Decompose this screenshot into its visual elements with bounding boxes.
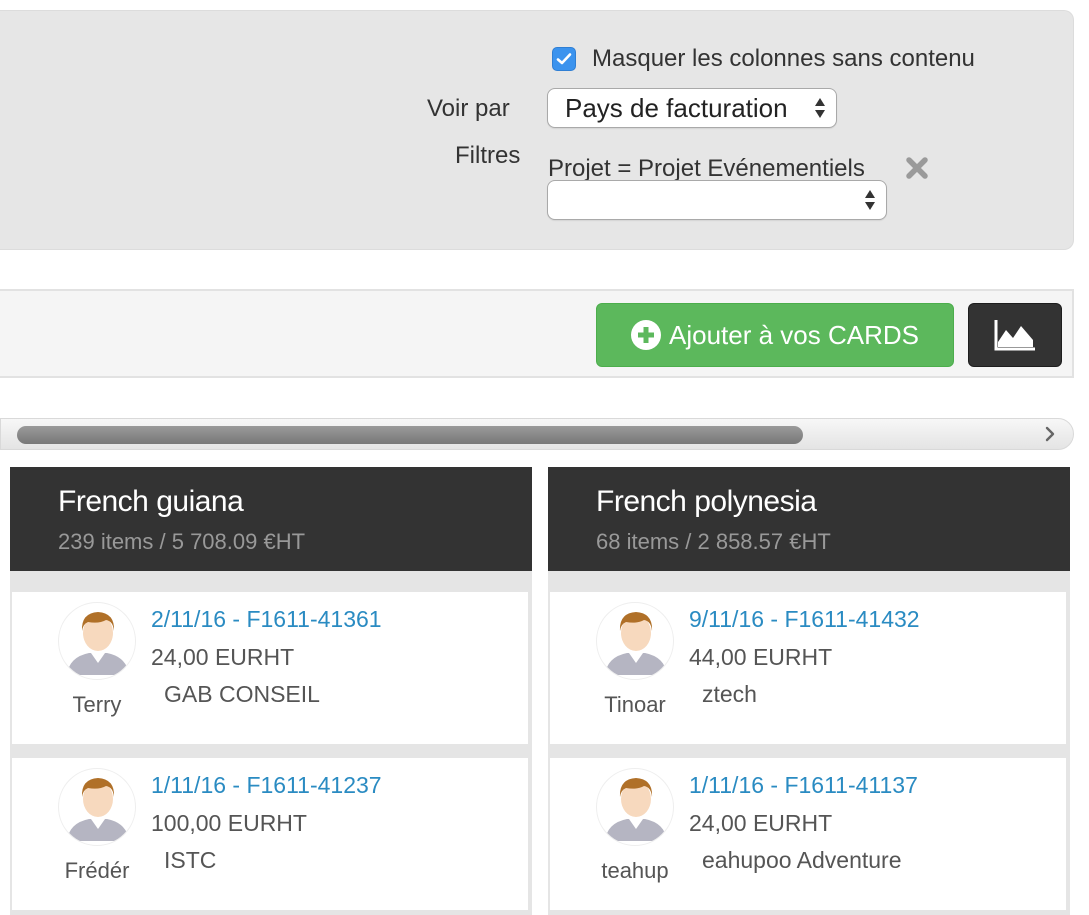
column-summary: 68 items / 2 858.57 €HT <box>596 529 831 554</box>
view-by-value: Pays de facturation <box>565 92 788 123</box>
card-user: Tinoar <box>604 692 666 717</box>
invoice-link[interactable]: 9/11/16 - F1611-41432 <box>689 606 920 633</box>
invoice-client: ztech <box>702 681 757 707</box>
column-header: French guiana 239 items / 5 708.09 €HT <box>10 467 532 571</box>
invoice-link[interactable]: 1/11/16 - F1611-41137 <box>689 772 918 799</box>
view-by-label: Voir par <box>427 95 510 122</box>
chart-view-button[interactable] <box>968 303 1062 367</box>
card-user: Frédér <box>64 858 130 883</box>
invoice-client: GAB CONSEIL <box>164 681 320 707</box>
invoice-card[interactable]: teahup 1/11/16 - F1611-41137 24,00 EURHT… <box>550 758 1066 910</box>
select-arrows-icon <box>814 95 826 121</box>
column-title: French polynesia <box>596 485 817 518</box>
invoice-link[interactable]: 1/11/16 - F1611-41237 <box>151 772 382 799</box>
invoice-card[interactable]: Tinoar 9/11/16 - F1611-41432 44,00 EURHT… <box>550 592 1066 744</box>
invoice-amount: 24,00 EURHT <box>689 810 833 836</box>
user-avatar-icon <box>67 778 129 841</box>
toolbar: Ajouter à vos CARDS <box>0 289 1074 378</box>
invoice-client: ISTC <box>164 847 217 873</box>
avatar <box>596 768 674 846</box>
add-filter-select[interactable] <box>547 180 887 220</box>
add-to-cards-button[interactable]: Ajouter à vos CARDS <box>596 303 954 367</box>
invoice-amount: 44,00 EURHT <box>689 644 833 670</box>
plus-circle-icon <box>631 320 661 350</box>
invoice-card[interactable]: Terry 2/11/16 - F1611-41361 24,00 EURHT … <box>12 592 528 744</box>
avatar <box>58 768 136 846</box>
view-by-select[interactable]: Pays de facturation <box>547 88 837 128</box>
invoice-card[interactable]: Frédér 1/11/16 - F1611-41237 100,00 EURH… <box>12 758 528 910</box>
user-avatar-icon <box>605 612 667 675</box>
column-header: French polynesia 68 items / 2 858.57 €HT <box>548 467 1070 571</box>
kanban-column: French guiana 239 items / 5 708.09 €HT T… <box>10 467 532 915</box>
active-filter: Projet = Projet Evénementiels <box>548 155 865 182</box>
hide-empty-columns-checkbox[interactable] <box>552 47 576 71</box>
close-icon <box>906 157 928 179</box>
chevron-right-icon <box>1045 426 1055 442</box>
area-chart-icon <box>994 320 1035 351</box>
user-avatar-icon <box>605 778 667 841</box>
invoice-amount: 24,00 EURHT <box>151 644 295 670</box>
invoice-client: eahupoo Adventure <box>702 847 902 873</box>
scroll-right-button[interactable] <box>1041 425 1059 443</box>
avatar <box>58 602 136 680</box>
select-arrows-icon <box>864 187 876 213</box>
filters-label: Filtres <box>455 142 521 169</box>
avatar <box>596 602 674 680</box>
column-summary: 239 items / 5 708.09 €HT <box>58 529 306 554</box>
card-user: Terry <box>72 692 122 717</box>
invoice-amount: 100,00 EURHT <box>151 810 307 836</box>
card-user: teahup <box>601 858 669 883</box>
column-title: French guiana <box>58 485 244 518</box>
checkmark-icon <box>556 53 572 65</box>
filter-panel: Masquer les colonnes sans contenu Voir p… <box>0 10 1074 250</box>
kanban-column: French polynesia 68 items / 2 858.57 €HT… <box>548 467 1070 915</box>
user-avatar-icon <box>67 612 129 675</box>
hide-empty-columns-label: Masquer les colonnes sans contenu <box>592 45 975 72</box>
invoice-link[interactable]: 2/11/16 - F1611-41361 <box>151 606 382 633</box>
hide-empty-columns-row[interactable]: Masquer les colonnes sans contenu <box>552 45 975 73</box>
horizontal-scrollbar[interactable] <box>0 418 1074 450</box>
scrollbar-thumb[interactable] <box>17 426 803 444</box>
remove-filter-button[interactable] <box>903 154 931 182</box>
add-to-cards-label: Ajouter à vos CARDS <box>669 319 919 350</box>
